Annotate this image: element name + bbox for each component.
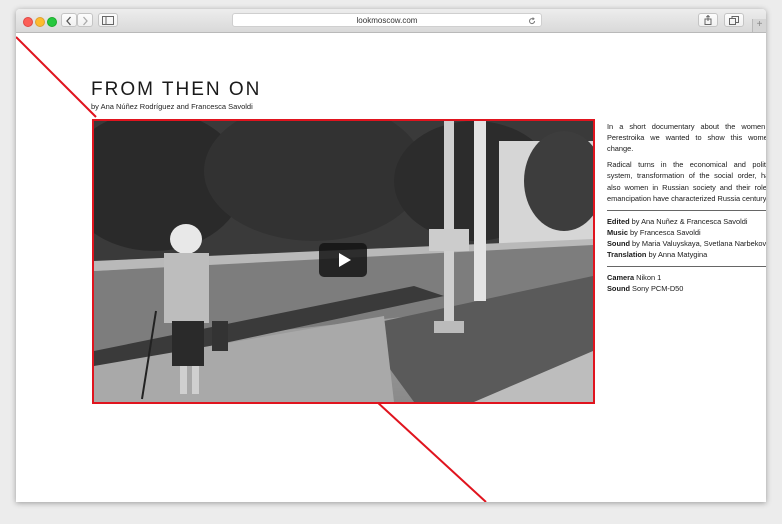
page-title: FROM THEN ON [91,79,262,100]
page-byline: by Ana Núñez Rodríguez and Francesca Sav… [91,102,253,111]
chevron-left-icon [66,16,71,26]
credit-line: Camera Nikon 1 [607,273,662,283]
close-window-button[interactable] [23,17,33,27]
divider [607,209,766,211]
share-button[interactable] [698,13,718,27]
credit-line: Translation by Anna Matygina [607,250,708,260]
video-player[interactable] [92,119,595,404]
sidebar-toggle-button[interactable] [98,13,118,27]
reload-icon[interactable] [528,14,536,29]
chevron-right-icon [83,16,88,26]
credit-line: Music by Francesca Savoldi [607,227,701,237]
credit-line: Edited by Ana Nuñez & Francesca Savoldi [607,216,748,226]
page-content: FROM THEN ON by Ana Núñez Rodríguez and … [16,33,766,502]
minimize-window-button[interactable] [35,17,45,27]
description-sidebar: In a short documentary about the women i… [607,121,766,294]
new-tab-button[interactable]: + [752,19,766,32]
description-paragraph-2: Radical turns in the economical and poli… [607,160,766,203]
tabs-button[interactable] [724,13,744,27]
zoom-window-button[interactable] [47,17,57,27]
forward-button[interactable] [77,13,93,27]
browser-window: lookmoscow.com + FROM THEN ON by Ana Núñ… [16,9,766,502]
browser-toolbar: lookmoscow.com + [16,9,766,33]
play-button[interactable] [319,243,367,277]
url-text: lookmoscow.com [356,16,418,25]
description-paragraph-1: In a short documentary about the women i… [607,122,766,154]
address-bar[interactable]: lookmoscow.com [232,13,542,27]
credit-line: Sound by Maria Valuyskaya, Svetlana Narb… [607,238,766,248]
share-icon [704,14,712,25]
back-button[interactable] [61,13,77,27]
credit-line: Sound Sony PCM-D50 [607,284,684,294]
divider [607,266,766,268]
tabs-icon [729,16,739,25]
sidebar-icon [102,16,114,25]
